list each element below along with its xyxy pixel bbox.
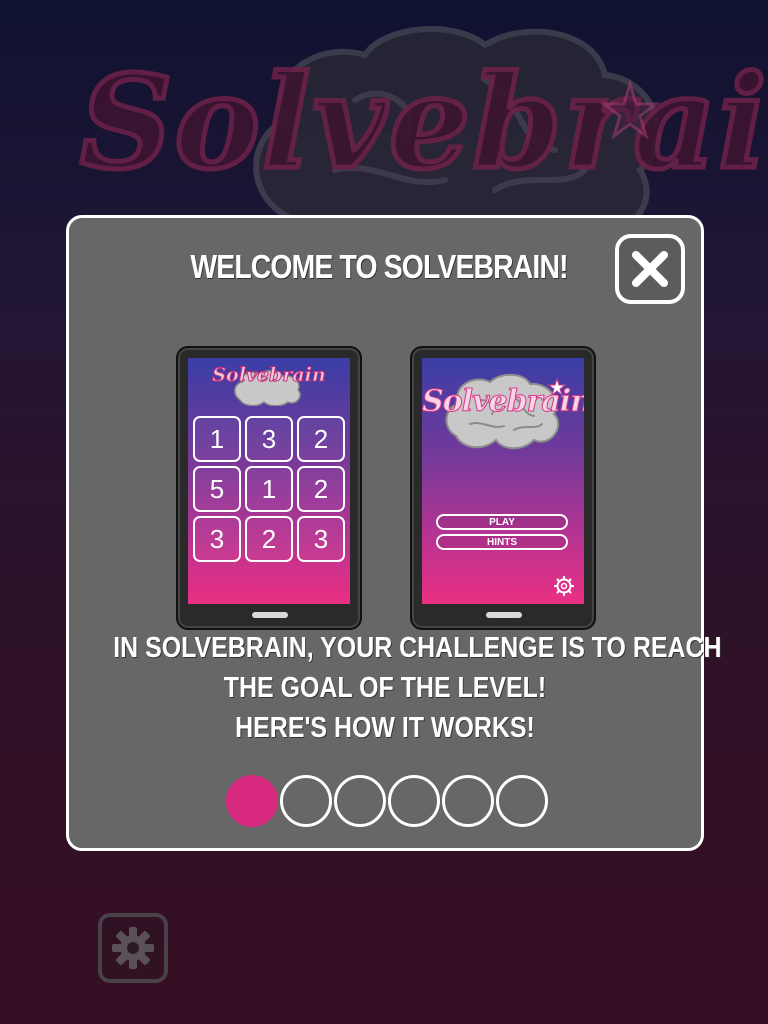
grid-cell: 2 xyxy=(297,416,345,462)
phone-home-bar xyxy=(252,612,288,618)
grid-cell: 5 xyxy=(193,466,241,512)
page-dot-4[interactable] xyxy=(388,775,440,827)
preview-play-button: PLAY xyxy=(436,514,568,530)
gear-icon xyxy=(554,576,574,596)
star-icon xyxy=(548,378,566,396)
settings-button[interactable] xyxy=(98,913,168,983)
dialog-body: IN SOLVEBRAIN, YOUR CHALLENGE IS TO REAC… xyxy=(69,628,722,748)
page-dot-2[interactable] xyxy=(280,775,332,827)
body-line: IN SOLVEBRAIN, YOUR CHALLENGE IS TO REAC… xyxy=(113,632,722,664)
grid-cell: 3 xyxy=(245,416,293,462)
page-dot-1[interactable] xyxy=(226,775,278,827)
preview-phone-game: Solvebrain 1 3 2 5 1 2 3 2 3 xyxy=(176,346,362,630)
background-logo-text: Solvebrain xyxy=(78,46,768,201)
grid-cell: 2 xyxy=(297,466,345,512)
dialog-title: WELCOME TO SOLVEBRAIN! xyxy=(190,248,568,285)
grid-cell: 3 xyxy=(297,516,345,562)
page-dot-3[interactable] xyxy=(334,775,386,827)
page-dot-6[interactable] xyxy=(496,775,548,827)
preview-phone-menu: Solvebrain PLAY HINTS xyxy=(410,346,596,630)
close-button[interactable] xyxy=(615,234,685,304)
number-grid: 1 3 2 5 1 2 3 2 3 xyxy=(193,416,347,562)
body-line: HERE'S HOW IT WORKS! xyxy=(235,712,535,744)
tutorial-dialog: WELCOME TO SOLVEBRAIN! Solvebrain 1 3 2 … xyxy=(66,215,722,851)
grid-cell: 3 xyxy=(193,516,241,562)
page-indicator xyxy=(226,775,548,827)
preview-screen-game: Solvebrain 1 3 2 5 1 2 3 2 3 xyxy=(188,358,350,604)
close-icon xyxy=(632,251,668,287)
body-line: THE GOAL OF THE LEVEL! xyxy=(223,672,547,704)
star-icon xyxy=(600,80,660,140)
preview-screen-menu: Solvebrain PLAY HINTS xyxy=(422,358,584,604)
grid-cell: 1 xyxy=(193,416,241,462)
grid-cell: 2 xyxy=(245,516,293,562)
preview-logo-text: Solvebrain xyxy=(212,364,326,387)
phone-home-bar xyxy=(486,612,522,618)
background-logo: Solvebrain xyxy=(60,20,768,250)
preview-hints-button: HINTS xyxy=(436,534,568,550)
page-dot-5[interactable] xyxy=(442,775,494,827)
grid-cell: 1 xyxy=(245,466,293,512)
gear-icon xyxy=(112,927,154,969)
